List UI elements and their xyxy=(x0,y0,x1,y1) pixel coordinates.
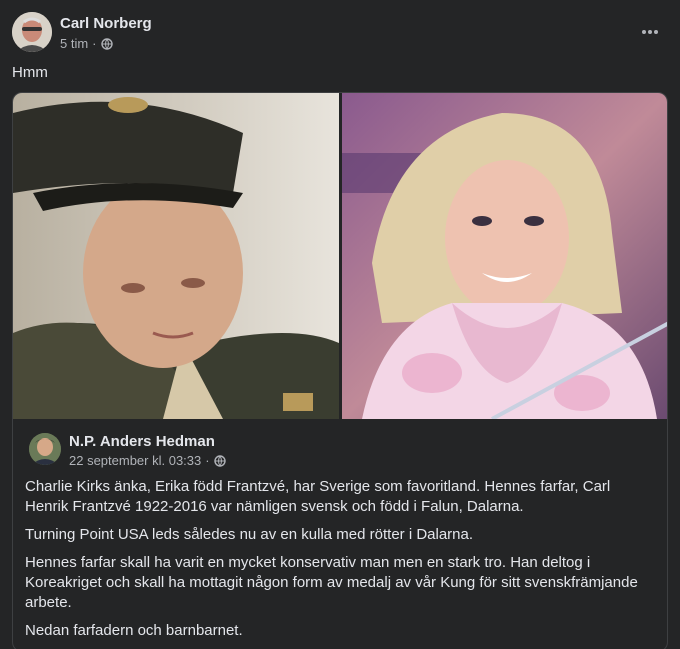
shared-author-name[interactable]: N.P. Anders Hedman xyxy=(69,433,215,450)
globe-icon[interactable] xyxy=(100,37,113,50)
shared-time[interactable]: 22 september kl. 03:33 xyxy=(69,453,201,468)
shared-paragraph: Turning Point USA leds således nu av en … xyxy=(25,526,474,543)
post-text: Hmm xyxy=(12,64,48,81)
shared-paragraph: Hennes farfar skall ha varit en mycket k… xyxy=(25,554,638,611)
shared-paragraph: Charlie Kirks änka, Erika född Frantzvé,… xyxy=(25,478,611,515)
facebook-post: Carl Norberg 5 tim · Hmm N.P. Anders Hed… xyxy=(0,0,680,649)
more-horizontal-icon xyxy=(642,30,658,34)
post-time[interactable]: 5 tim xyxy=(60,36,88,51)
shared-header: N.P. Anders Hedman 22 september kl. 03:3… xyxy=(29,433,649,473)
shared-author-avatar[interactable] xyxy=(29,433,61,465)
post-header: Carl Norberg 5 tim · xyxy=(12,12,668,54)
shared-post[interactable]: N.P. Anders Hedman 22 september kl. 03:3… xyxy=(12,92,668,649)
meta-separator: · xyxy=(205,453,210,468)
globe-icon[interactable] xyxy=(213,454,226,467)
shared-body: Charlie Kirks änka, Erika född Frantzvé,… xyxy=(25,477,645,649)
post-meta: 5 tim · xyxy=(60,36,113,51)
photo-soldier[interactable] xyxy=(13,93,339,419)
shared-meta: 22 september kl. 03:33 · xyxy=(69,453,226,468)
shared-photos[interactable] xyxy=(13,93,667,419)
author-name[interactable]: Carl Norberg xyxy=(60,15,152,32)
author-avatar[interactable] xyxy=(12,12,52,52)
photo-woman[interactable] xyxy=(342,93,667,419)
more-options-button[interactable] xyxy=(636,18,664,46)
meta-separator: · xyxy=(92,36,97,51)
shared-paragraph: Nedan farfadern och barnbarnet. xyxy=(25,622,243,639)
